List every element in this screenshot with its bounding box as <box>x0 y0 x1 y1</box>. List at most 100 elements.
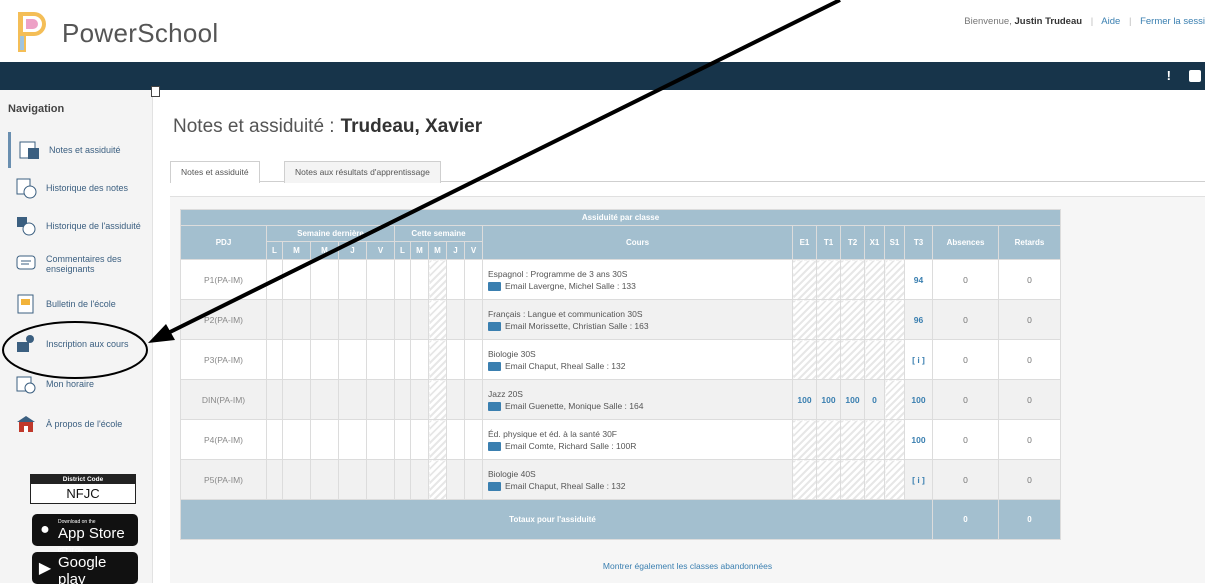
day-cell[interactable] <box>428 259 447 300</box>
grade-cell[interactable]: 100 <box>904 379 933 420</box>
day-cell[interactable] <box>410 299 429 340</box>
email-icon[interactable] <box>488 481 501 491</box>
day-cell[interactable] <box>266 459 283 500</box>
day-cell[interactable] <box>282 339 311 380</box>
day-cell[interactable] <box>366 419 395 460</box>
day-cell[interactable] <box>310 259 339 300</box>
day-cell[interactable] <box>366 339 395 380</box>
teacher-info[interactable]: Email Morissette, Christian Salle : 163 <box>505 321 649 331</box>
day-cell[interactable] <box>338 379 367 420</box>
day-cell[interactable] <box>338 419 367 460</box>
day-cell[interactable] <box>266 339 283 380</box>
day-cell[interactable] <box>410 419 429 460</box>
day-cell[interactable] <box>446 459 465 500</box>
google-play-badge[interactable]: ▶ GET IT ON Google play <box>32 548 138 588</box>
day-cell[interactable] <box>338 459 367 500</box>
sidebar-item-about-school[interactable]: À propos de l'école <box>8 406 148 442</box>
day-cell[interactable] <box>282 259 311 300</box>
absences-cell[interactable]: 0 <box>932 299 999 340</box>
col-header-absences[interactable]: Absences <box>932 225 999 260</box>
app-store-badge[interactable]: ● Download on the App Store <box>32 514 138 546</box>
col-header-term[interactable]: S1 <box>884 225 905 260</box>
absences-cell[interactable]: 0 <box>932 339 999 380</box>
day-cell[interactable] <box>464 339 483 380</box>
day-cell[interactable] <box>266 299 283 340</box>
day-cell[interactable] <box>410 459 429 500</box>
email-icon[interactable] <box>488 321 501 331</box>
teacher-info[interactable]: Email Guenette, Monique Salle : 164 <box>505 401 643 411</box>
day-cell[interactable] <box>394 259 411 300</box>
sidebar-item-my-schedule[interactable]: Mon horaire <box>8 366 148 402</box>
print-icon[interactable] <box>1189 70 1201 82</box>
day-cell[interactable] <box>464 299 483 340</box>
day-cell[interactable] <box>428 459 447 500</box>
sign-out-link[interactable]: Fermer la sessi <box>1140 16 1205 27</box>
tardies-cell[interactable]: 0 <box>998 419 1061 460</box>
col-header-course[interactable]: Cours <box>482 225 793 260</box>
absences-cell[interactable]: 0 <box>932 459 999 500</box>
day-cell[interactable] <box>428 419 447 460</box>
col-header-term[interactable]: T1 <box>816 225 841 260</box>
day-cell[interactable] <box>394 379 411 420</box>
totals-absences[interactable]: 0 <box>932 499 999 540</box>
absences-cell[interactable]: 0 <box>932 419 999 460</box>
teacher-info[interactable]: Email Comte, Richard Salle : 100R <box>505 441 636 451</box>
day-cell[interactable] <box>446 259 465 300</box>
tardies-cell[interactable]: 0 <box>998 339 1061 380</box>
day-cell[interactable] <box>282 459 311 500</box>
alert-icon[interactable]: ! <box>1167 68 1171 83</box>
course-name[interactable]: Éd. physique et éd. à la santé 30F <box>488 428 792 440</box>
day-cell[interactable] <box>310 339 339 380</box>
course-name[interactable]: Espagnol : Programme de 3 ans 30S <box>488 268 792 280</box>
email-icon[interactable] <box>488 441 501 451</box>
day-cell[interactable] <box>338 339 367 380</box>
day-cell[interactable] <box>446 299 465 340</box>
course-name[interactable]: Biologie 30S <box>488 348 792 360</box>
tab-grades-attendance[interactable]: Notes et assiduité <box>170 161 260 183</box>
grade-cell[interactable]: 100 <box>904 419 933 460</box>
day-cell[interactable] <box>338 299 367 340</box>
absences-cell[interactable]: 0 <box>932 379 999 420</box>
grade-cell[interactable]: 94 <box>904 259 933 300</box>
teacher-info[interactable]: Email Chaput, Rheal Salle : 132 <box>505 361 626 371</box>
sidebar-item-course-registration[interactable]: Inscription aux cours <box>8 326 148 362</box>
grade-cell[interactable]: 100 <box>792 379 817 420</box>
teacher-info[interactable]: Email Chaput, Rheal Salle : 132 <box>505 481 626 491</box>
day-cell[interactable] <box>464 259 483 300</box>
day-cell[interactable] <box>366 459 395 500</box>
day-cell[interactable] <box>394 299 411 340</box>
grade-cell[interactable]: [ i ] <box>904 339 933 380</box>
day-cell[interactable] <box>394 419 411 460</box>
day-cell[interactable] <box>366 259 395 300</box>
day-cell[interactable] <box>394 459 411 500</box>
email-icon[interactable] <box>488 401 501 411</box>
sidebar-item-grade-history[interactable]: Historique des notes <box>8 170 148 206</box>
day-cell[interactable] <box>428 379 447 420</box>
grade-cell[interactable]: [ i ] <box>904 459 933 500</box>
sidebar-item-school-bulletin[interactable]: Bulletin de l'école <box>8 286 148 322</box>
day-cell[interactable] <box>446 419 465 460</box>
day-cell[interactable] <box>366 299 395 340</box>
email-icon[interactable] <box>488 361 501 371</box>
day-cell[interactable] <box>366 379 395 420</box>
grade-cell[interactable]: 0 <box>864 379 885 420</box>
day-cell[interactable] <box>266 419 283 460</box>
grade-cell[interactable]: 100 <box>816 379 841 420</box>
day-cell[interactable] <box>410 339 429 380</box>
day-cell[interactable] <box>282 419 311 460</box>
course-name[interactable]: Biologie 40S <box>488 468 792 480</box>
day-cell[interactable] <box>310 419 339 460</box>
course-name[interactable]: Jazz 20S <box>488 388 792 400</box>
tardies-cell[interactable]: 0 <box>998 379 1061 420</box>
sidebar-item-teacher-comments[interactable]: Commentaires des enseignants <box>8 246 148 282</box>
day-cell[interactable] <box>428 339 447 380</box>
day-cell[interactable] <box>282 299 311 340</box>
tardies-cell[interactable]: 0 <box>998 299 1061 340</box>
day-cell[interactable] <box>464 379 483 420</box>
col-header-pdj[interactable]: PDJ <box>180 225 267 260</box>
col-header-term[interactable]: T2 <box>840 225 865 260</box>
day-cell[interactable] <box>338 259 367 300</box>
day-cell[interactable] <box>410 259 429 300</box>
day-cell[interactable] <box>266 259 283 300</box>
email-icon[interactable] <box>488 281 501 291</box>
